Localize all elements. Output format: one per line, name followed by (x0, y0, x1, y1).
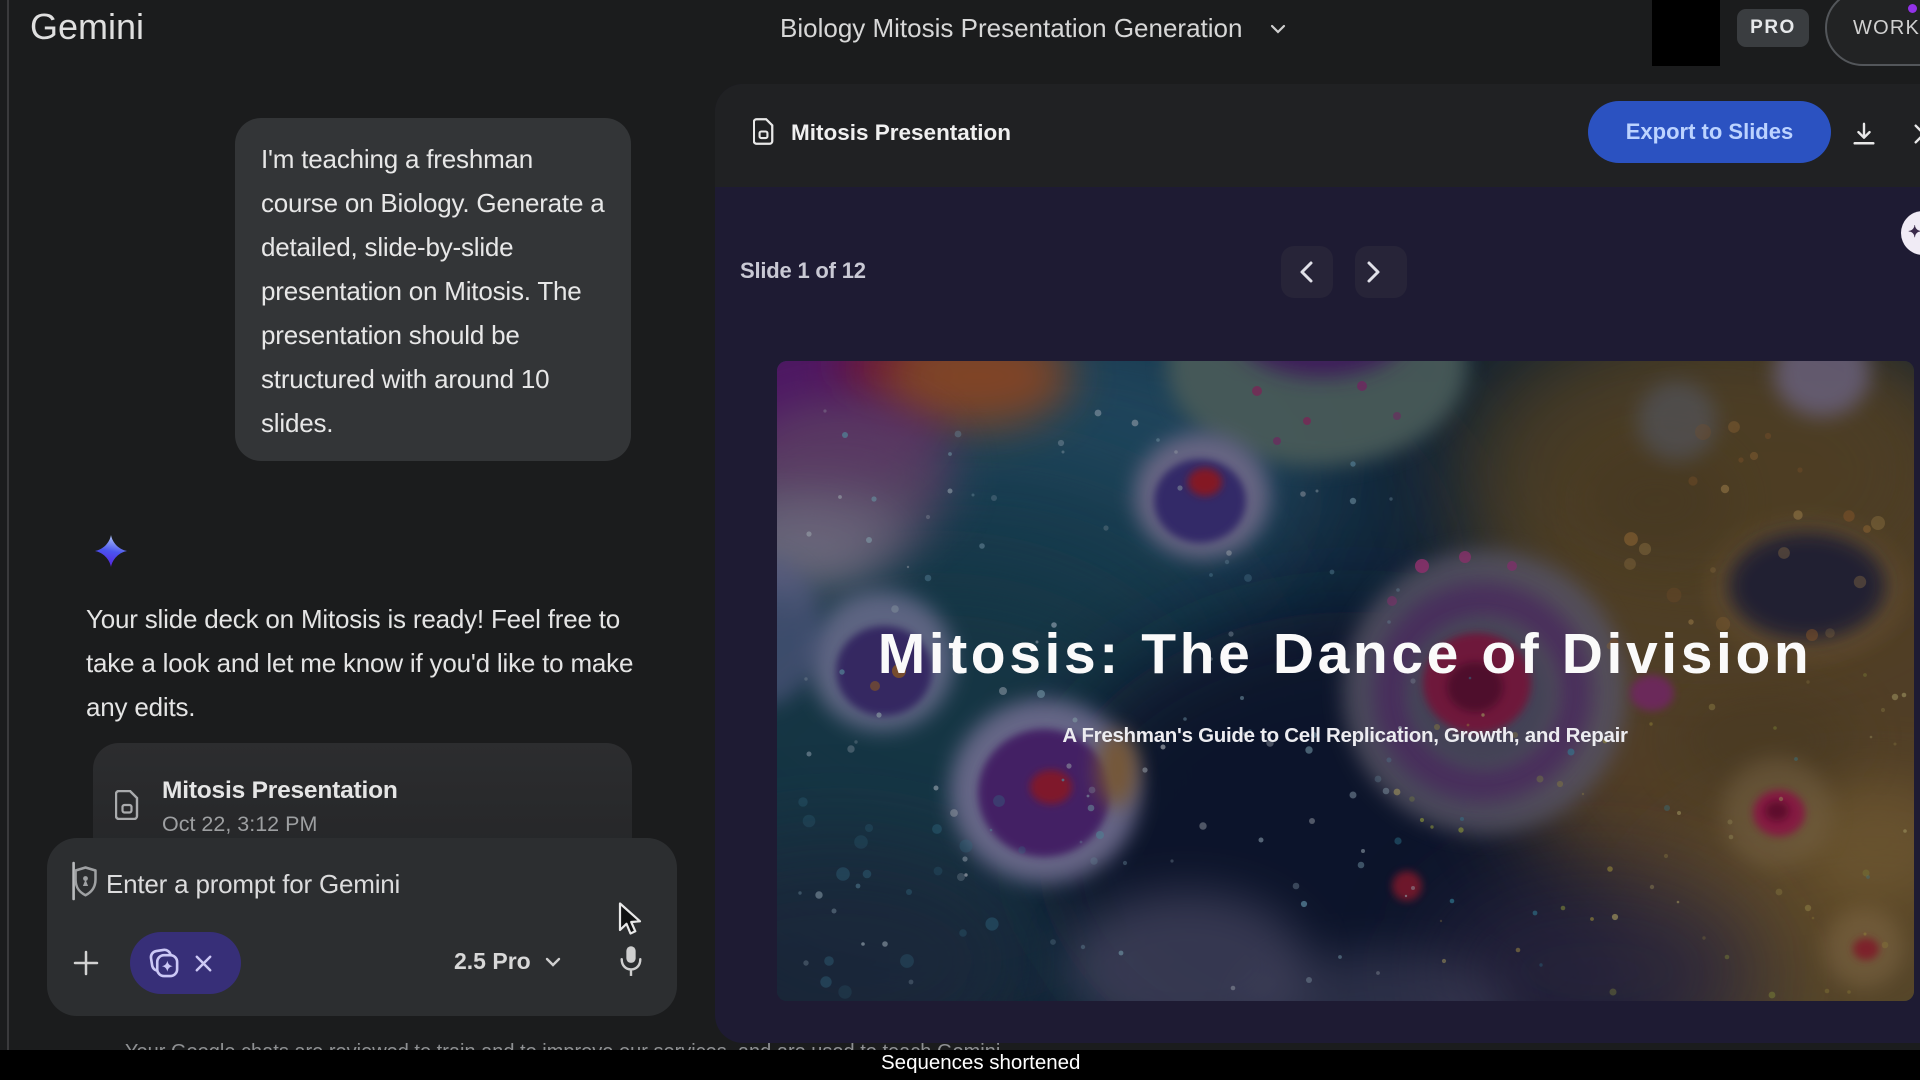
svg-text:Mitosis: The Dance of Division: Mitosis: The Dance of Division (878, 622, 1813, 686)
svg-text:A Freshman's Guide to Cell Rep: A Freshman's Guide to Cell Replication, … (1062, 724, 1628, 747)
